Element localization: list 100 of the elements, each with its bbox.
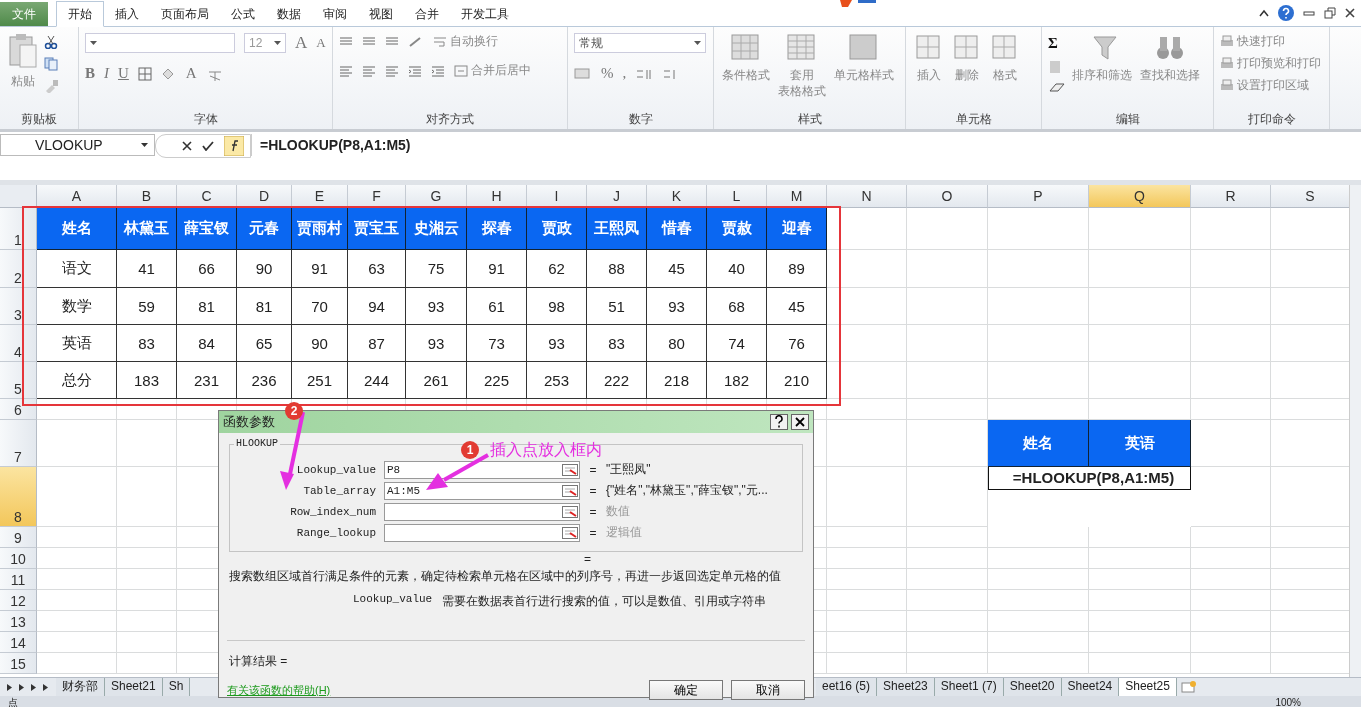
- menu-tab[interactable]: 数据: [266, 2, 312, 26]
- align-lines-icon[interactable]: [385, 35, 399, 48]
- sheet-tab[interactable]: Sheet21: [105, 678, 163, 696]
- sort-filter-button[interactable]: 排序和筛选: [1070, 33, 1134, 84]
- row-header[interactable]: 14: [0, 632, 37, 653]
- sheet-tab[interactable]: Sh: [162, 678, 191, 696]
- align-lines-icon[interactable]: [362, 64, 376, 77]
- column-header[interactable]: J: [587, 185, 647, 208]
- cancel-icon[interactable]: [182, 141, 192, 151]
- restore-icon[interactable]: [1324, 7, 1336, 19]
- argument-field[interactable]: [384, 502, 580, 521]
- sheet-tab[interactable]: Sheet23: [877, 678, 935, 696]
- row-header[interactable]: 10: [0, 548, 37, 569]
- underline-button[interactable]: U: [118, 65, 129, 82]
- column-header[interactable]: D: [237, 185, 292, 208]
- paste-button[interactable]: 粘贴: [6, 33, 40, 90]
- menu-tab[interactable]: 公式: [220, 2, 266, 26]
- sheet-tab[interactable]: Sheet25: [1119, 678, 1177, 696]
- font-color-button[interactable]: A: [185, 65, 197, 82]
- row-header[interactable]: 5: [0, 362, 37, 399]
- row-header[interactable]: 13: [0, 611, 37, 632]
- cells-button[interactable]: 格式: [988, 33, 1022, 84]
- argument-field[interactable]: P8: [384, 460, 580, 479]
- column-header[interactable]: Q: [1089, 185, 1191, 208]
- align-lines-icon[interactable]: [385, 64, 399, 77]
- menu-tab[interactable]: 开发工具: [450, 2, 520, 26]
- row-header[interactable]: 3: [0, 288, 37, 325]
- cancel-button[interactable]: 取消: [731, 680, 805, 700]
- column-header[interactable]: B: [117, 185, 177, 208]
- row-header[interactable]: 2: [0, 250, 37, 288]
- name-box[interactable]: VLOOKUP: [0, 134, 155, 156]
- help-icon[interactable]: [770, 414, 788, 430]
- menu-tab[interactable]: 开始: [56, 1, 104, 27]
- scissors-icon[interactable]: [44, 35, 58, 49]
- wrap-text-button[interactable]: 自动换行: [433, 33, 498, 50]
- cell-styles-button[interactable]: 单元格样式: [832, 33, 896, 84]
- column-header[interactable]: K: [647, 185, 707, 208]
- formula-input[interactable]: =HLOOKUP(P8,A1:M5): [251, 134, 1361, 156]
- cells-button[interactable]: 插入: [912, 33, 946, 84]
- collapse-ribbon-icon[interactable]: [1259, 9, 1269, 17]
- range-picker-icon[interactable]: [562, 526, 578, 539]
- minimize-icon[interactable]: [1303, 9, 1315, 17]
- column-header[interactable]: F: [348, 185, 406, 208]
- eraser-icon[interactable]: [1048, 82, 1066, 94]
- border-grid-icon[interactable]: [137, 66, 152, 81]
- row-header[interactable]: 12: [0, 590, 37, 611]
- row-header[interactable]: 6: [0, 399, 37, 420]
- italic-button[interactable]: I: [104, 65, 109, 82]
- sheet-tab[interactable]: Sheet1 (7): [934, 678, 1004, 696]
- close-icon[interactable]: [791, 414, 809, 430]
- bold-button[interactable]: B: [85, 65, 95, 82]
- align-lines-icon[interactable]: [339, 64, 353, 77]
- cells-button[interactable]: 删除: [950, 33, 984, 84]
- print-command-button[interactable]: 设置打印区域: [1220, 77, 1321, 94]
- conditional-format-button[interactable]: 条件格式: [720, 33, 772, 84]
- indent-icon[interactable]: [408, 64, 422, 77]
- menu-tab[interactable]: 页面布局: [150, 2, 220, 26]
- menu-tab[interactable]: 插入: [104, 2, 150, 26]
- range-picker-icon[interactable]: [562, 505, 578, 518]
- row-header[interactable]: 7: [0, 420, 37, 467]
- autosum-button[interactable]: Σ: [1048, 35, 1058, 52]
- column-header[interactable]: S: [1271, 185, 1350, 208]
- copy-icon[interactable]: [44, 57, 60, 71]
- column-header[interactable]: H: [467, 185, 527, 208]
- brush-icon[interactable]: [44, 79, 60, 93]
- row-header[interactable]: 8: [0, 467, 37, 527]
- check-icon[interactable]: [202, 141, 214, 151]
- shrink-font-button[interactable]: A: [316, 35, 326, 51]
- select-all-corner[interactable]: [0, 185, 37, 208]
- column-header[interactable]: M: [767, 185, 827, 208]
- insert-function-icon[interactable]: [224, 136, 244, 156]
- column-header[interactable]: A: [37, 185, 117, 208]
- row-header[interactable]: 9: [0, 527, 37, 548]
- vertical-scrollbar[interactable]: [1349, 185, 1361, 677]
- sheet-tab[interactable]: Sheet24: [1061, 678, 1120, 696]
- align-lines-icon[interactable]: [339, 35, 353, 48]
- range-picker-icon[interactable]: [562, 484, 578, 497]
- sheet-tab[interactable]: Sheet20: [1003, 678, 1062, 696]
- column-header[interactable]: O: [907, 185, 988, 208]
- menu-tab[interactable]: 视图: [358, 2, 404, 26]
- print-command-button[interactable]: 快速打印: [1220, 33, 1321, 50]
- format-as-table-button[interactable]: 套用 表格格式: [776, 33, 828, 99]
- menu-tab[interactable]: 合并: [404, 2, 450, 26]
- column-header[interactable]: G: [406, 185, 467, 208]
- column-header[interactable]: E: [292, 185, 348, 208]
- column-header[interactable]: P: [988, 185, 1089, 208]
- row-header[interactable]: 15: [0, 653, 37, 674]
- column-header[interactable]: C: [177, 185, 237, 208]
- print-command-button[interactable]: 打印预览和打印: [1220, 55, 1321, 72]
- align-lines-icon[interactable]: [362, 35, 376, 48]
- column-header[interactable]: I: [527, 185, 587, 208]
- indent-icon[interactable]: [431, 64, 445, 77]
- percent-button[interactable]: %: [601, 65, 614, 82]
- grow-font-button[interactable]: A: [295, 33, 308, 53]
- row-header[interactable]: 1: [0, 208, 37, 250]
- ok-button[interactable]: 确定: [649, 680, 723, 700]
- find-select-button[interactable]: 查找和选择: [1138, 33, 1202, 84]
- row-header[interactable]: 11: [0, 569, 37, 590]
- column-header[interactable]: L: [707, 185, 767, 208]
- menu-tab[interactable]: 审阅: [312, 2, 358, 26]
